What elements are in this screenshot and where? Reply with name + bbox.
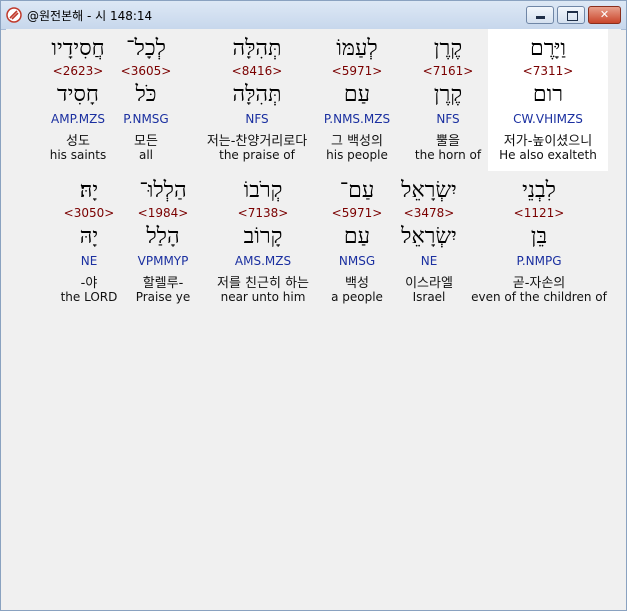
- close-button[interactable]: ✕: [588, 6, 621, 24]
- hebrew-lexeme: הָלַל: [146, 224, 180, 249]
- verse-panel: וַיָּרֶם <7311> רום CW.VHIMZS 저가-높이셨으니 H…: [6, 29, 621, 607]
- window-title: @원전본해 - 시 148:14: [27, 9, 153, 23]
- korean-gloss: 저를 친근히 하는: [217, 276, 309, 291]
- minimize-icon: [536, 16, 545, 19]
- maximize-button[interactable]: [557, 6, 585, 24]
- korean-gloss: 성도: [66, 134, 90, 149]
- strong-number[interactable]: <2623>: [33, 64, 123, 78]
- hebrew-word: לִבְנֵי: [522, 178, 556, 203]
- english-gloss: Praise ye: [135, 290, 191, 304]
- hebrew-word: יָהּ׃: [79, 178, 99, 203]
- hebrew-lexeme: בֵּן: [530, 224, 548, 249]
- morphology-code: AMP.MZS: [51, 112, 105, 126]
- korean-gloss: 할렐루-: [142, 276, 184, 291]
- strong-number[interactable]: <1121>: [471, 206, 607, 220]
- strong-number[interactable]: <1984>: [118, 206, 208, 220]
- close-icon: ✕: [599, 8, 610, 21]
- word-card[interactable]: הַלְלוּ־ <1984> הָלַל VPMMYP 할렐루- Praise…: [118, 171, 208, 313]
- hebrew-word: חֲסִידָיו: [51, 36, 105, 61]
- hebrew-lexeme: יָהּ: [79, 224, 99, 249]
- word-card[interactable]: יָהּ׃ <3050> יָהּ NE -야 the LORD: [49, 171, 129, 313]
- korean-gloss: 곧-자손의: [512, 276, 566, 291]
- word-card[interactable]: חֲסִידָיו <2623> חָסִיד AMP.MZS 성도 his s…: [33, 29, 123, 171]
- hebrew-lexeme: קָרוֹב: [243, 224, 283, 249]
- morphology-code: VPMMYP: [137, 254, 189, 268]
- english-gloss: the LORD: [60, 290, 118, 304]
- app-icon: [6, 7, 22, 23]
- morphology-code: NFS: [245, 112, 269, 126]
- korean-gloss: 저는-찬양거리로다: [206, 134, 308, 149]
- morphology-code: NE: [80, 254, 98, 268]
- morphology-code: AMS.MZS: [234, 254, 292, 268]
- hebrew-word: הַלְלוּ־: [139, 178, 187, 203]
- title-bar[interactable]: @원전본해 - 시 148:14 ✕: [1, 1, 626, 30]
- hebrew-lexeme: חָסִיד: [57, 82, 99, 107]
- minimize-button[interactable]: [526, 6, 554, 24]
- strong-number[interactable]: <3050>: [49, 206, 129, 220]
- word-card[interactable]: קְרֹבוֹ <7138> קָרוֹב AMS.MZS 저를 친근히 하는 …: [193, 171, 333, 313]
- hebrew-lexeme: תְּהִלָּה: [232, 82, 282, 107]
- word-card[interactable]: תְּהִלָּה <8416> תְּהִלָּה NFS 저는-찬양거리로다…: [182, 29, 332, 171]
- strong-number[interactable]: <8416>: [182, 64, 332, 78]
- strong-number[interactable]: <7138>: [193, 206, 333, 220]
- english-gloss: near unto him: [220, 290, 306, 304]
- english-gloss: the praise of: [219, 148, 295, 162]
- app-window: @원전본해 - 시 148:14 ✕ וַיָּרֶם <7311> רום C…: [0, 0, 627, 611]
- morphology-code: P.NMPG: [516, 254, 562, 268]
- korean-gloss: -야: [80, 276, 98, 291]
- english-gloss: his saints: [49, 148, 107, 162]
- hebrew-word: קְרֹבוֹ: [243, 178, 283, 203]
- maximize-icon: [567, 11, 578, 21]
- word-card[interactable]: לִבְנֵי <1121> בֵּן P.NMPG 곧-자손의 even of…: [471, 171, 607, 313]
- english-gloss: even of the children of: [471, 290, 607, 304]
- hebrew-word: תְּהִלָּה: [232, 36, 282, 61]
